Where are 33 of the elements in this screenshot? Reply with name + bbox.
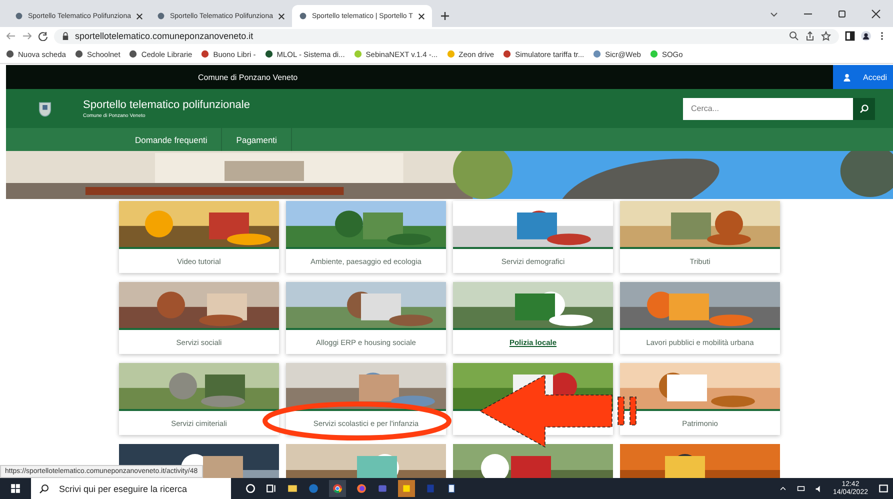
circle-icon[interactable]	[245, 483, 256, 494]
close-icon[interactable]	[418, 12, 425, 20]
document-icon[interactable]	[446, 483, 457, 494]
url-text: sportellotelematico.comuneponzanoveneto.it	[75, 31, 254, 41]
windows-icon[interactable]	[10, 483, 21, 494]
new-tab-icon[interactable]	[440, 11, 450, 21]
speaker-icon[interactable]	[814, 484, 823, 492]
search-icon	[39, 484, 49, 494]
site-owner: Comune di Ponzano Veneto	[198, 72, 299, 82]
search-field[interactable]: Cerca...	[683, 98, 853, 120]
reload-icon[interactable]	[38, 31, 48, 41]
user-icon	[842, 72, 851, 82]
zoom-icon[interactable]	[789, 31, 799, 41]
close-icon[interactable]	[871, 9, 881, 19]
sidebar-icon[interactable]	[845, 31, 855, 41]
search-button[interactable]	[853, 98, 875, 120]
star-icon[interactable]	[821, 31, 831, 41]
close-icon[interactable]	[136, 12, 143, 20]
login-button[interactable]: Accedi	[833, 65, 893, 89]
chrome-icon[interactable]	[329, 480, 346, 497]
close-icon[interactable]	[278, 12, 285, 20]
restore-icon[interactable]	[837, 9, 847, 19]
profile-icon[interactable]	[861, 31, 871, 41]
chevron-icon[interactable]	[778, 484, 787, 492]
address-bar[interactable]: sportellotelematico.comuneponzanoveneto.it	[54, 28, 839, 44]
search-icon	[859, 104, 869, 114]
share-icon[interactable]	[805, 31, 815, 41]
back-icon[interactable]	[6, 31, 16, 41]
firefox-icon[interactable]	[356, 483, 367, 494]
task-view-icon[interactable]	[266, 483, 277, 494]
lock-icon	[62, 32, 69, 40]
site-title[interactable]: Sportello telematico polifunzionale	[83, 98, 250, 110]
forward-icon[interactable]	[22, 31, 32, 41]
